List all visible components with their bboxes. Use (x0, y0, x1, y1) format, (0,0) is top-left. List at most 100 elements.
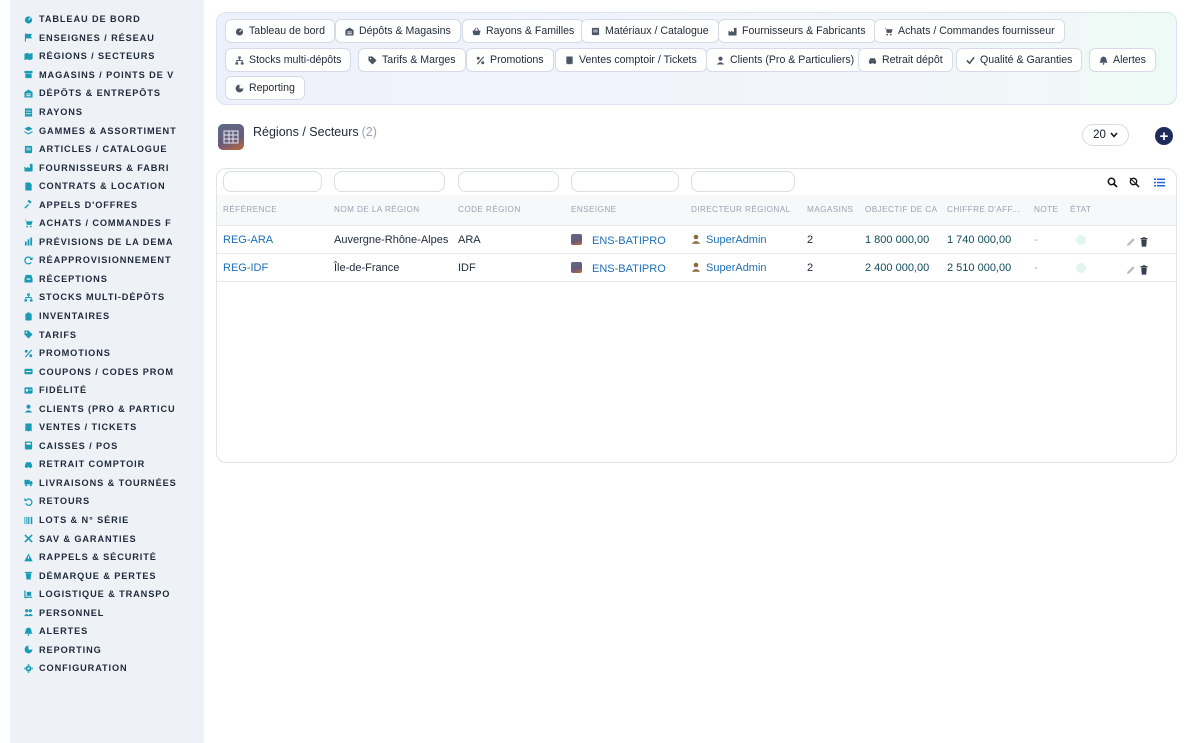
clear-search-icon[interactable] (1129, 175, 1140, 188)
sidebar-item[interactable]: ENSEIGNES / RÉSEAU (10, 29, 204, 48)
edit-icon[interactable] (1126, 234, 1136, 246)
sidebar-item[interactable]: DÉMARQUE & PERTES (10, 566, 204, 585)
list-view-icon[interactable] (1154, 175, 1165, 187)
column-header[interactable]: CHIFFRE D'AFF... (947, 205, 1020, 214)
tab[interactable]: Promotions (466, 48, 554, 72)
enseigne-link[interactable]: ENS-BATIPRO (592, 235, 666, 247)
sidebar-item[interactable]: CAISSES / POS (10, 437, 204, 456)
cell-enseigne[interactable]: ENS-BATIPRO (571, 234, 666, 247)
tab[interactable]: Rayons & Familles (462, 19, 585, 43)
tab[interactable]: Clients (Pro & Particuliers) (706, 48, 865, 72)
user-icon (691, 262, 701, 272)
sidebar-item[interactable]: CONFIGURATION (10, 659, 204, 678)
filter-input-code[interactable] (458, 171, 559, 192)
column-header[interactable]: ENSEIGNE (571, 205, 617, 214)
user-icon (691, 234, 701, 244)
cell-enseigne[interactable]: ENS-BATIPRO (571, 262, 666, 275)
delete-icon[interactable] (1139, 262, 1149, 275)
tools-icon (24, 534, 33, 543)
sidebar-item[interactable]: STOCKS MULTI-DÉPÔTS (10, 288, 204, 307)
director-link[interactable]: SuperAdmin (706, 234, 767, 246)
sidebar-item[interactable]: ALERTES (10, 622, 204, 641)
receipt-icon (565, 55, 574, 65)
table-row[interactable]: REG-ARA Auvergne-Rhône-Alpes ARA ENS-BATIPR… (217, 226, 1176, 254)
tab[interactable]: Ventes comptoir / Tickets (555, 48, 707, 72)
search-icon[interactable] (1107, 175, 1118, 188)
sidebar-item[interactable]: LOTS & N° SÉRIE (10, 511, 204, 530)
trash-icon (24, 571, 33, 580)
director-link[interactable]: SuperAdmin (706, 262, 767, 274)
truck-icon (24, 478, 33, 487)
sidebar-item[interactable]: APPELS D'OFFRES (10, 195, 204, 214)
filter-input-name[interactable] (334, 171, 445, 192)
sidebar-item[interactable]: TABLEAU DE BORD (10, 10, 204, 29)
column-header[interactable]: OBJECTIF DE CA (865, 205, 937, 214)
tab[interactable]: Matériaux / Catalogue (581, 19, 719, 43)
tab[interactable]: Qualité & Garanties (956, 48, 1083, 72)
column-header[interactable]: DIRECTEUR RÉGIONAL (691, 205, 791, 214)
sidebar-item[interactable]: DÉPÔTS & ENTREPÔTS (10, 84, 204, 103)
sidebar-item[interactable]: INVENTAIRES (10, 307, 204, 326)
gauge-icon (235, 27, 244, 36)
tab[interactable]: Fournisseurs & Fabricants (718, 19, 876, 43)
sidebar-item[interactable]: RÉCEPTIONS (10, 270, 204, 289)
sidebar-item[interactable]: REPORTING (10, 641, 204, 660)
sidebar-item[interactable]: LIVRAISONS & TOURNÉES (10, 474, 204, 493)
enseigne-link[interactable]: ENS-BATIPRO (592, 263, 666, 275)
sidebar-item[interactable]: RETRAIT COMPTOIR (10, 455, 204, 474)
pie-icon (24, 645, 33, 654)
users-icon (24, 608, 33, 617)
sidebar-item[interactable]: GAMMES & ASSORTIMENT (10, 121, 204, 140)
sidebar-item[interactable]: TARIFS (10, 325, 204, 344)
cell-reference[interactable]: REG-IDF (223, 262, 268, 274)
sidebar-item[interactable]: PRÉVISIONS DE LA DEMA (10, 233, 204, 252)
delete-icon[interactable] (1139, 234, 1149, 247)
column-header[interactable]: NOTE (1034, 205, 1058, 214)
sidebar-item[interactable]: ARTICLES / CATALOGUE (10, 140, 204, 159)
column-header[interactable]: NOM DE LA RÉGION (334, 205, 420, 214)
edit-icon[interactable] (1126, 262, 1136, 274)
column-header[interactable]: RÉFÉRENCE (223, 205, 277, 214)
sidebar-item[interactable]: RÉGIONS / SECTEURS (10, 47, 204, 66)
tab[interactable]: Dépôts & Magasins (335, 19, 461, 43)
table-row[interactable]: REG-IDF Île-de-France IDF ENS-BATIPRO SuperA… (217, 254, 1176, 282)
tab[interactable]: Reporting (225, 76, 305, 100)
tab[interactable]: Achats / Commandes fournisseur (874, 19, 1065, 43)
sidebar-item-label: CLIENTS (PRO & PARTICU (39, 403, 176, 414)
sidebar-item[interactable]: SAV & GARANTIES (10, 529, 204, 548)
sidebar-item[interactable]: ACHATS / COMMANDES F (10, 214, 204, 233)
sidebar-item[interactable]: RETOURS (10, 492, 204, 511)
sidebar-item[interactable]: FIDÉLITÉ (10, 381, 204, 400)
sidebar-item[interactable]: CLIENTS (PRO & PARTICU (10, 399, 204, 418)
tab[interactable]: Stocks multi-dépôts (225, 48, 352, 72)
per-page-select[interactable]: 20 (1082, 124, 1129, 146)
tab-label: Achats / Commandes fournisseur (898, 25, 1055, 37)
sidebar-item[interactable]: RÉAPPROVISIONNEMENT (10, 251, 204, 270)
sidebar-item[interactable]: RAPPELS & SÉCURITÉ (10, 548, 204, 567)
sidebar-item[interactable]: FOURNISSEURS & FABRI (10, 158, 204, 177)
filter-input-reference[interactable] (223, 171, 322, 192)
tab[interactable]: Tarifs & Marges (358, 48, 466, 72)
sidebar-item[interactable]: RAYONS (10, 103, 204, 122)
sidebar-item[interactable]: PERSONNEL (10, 604, 204, 623)
tab[interactable]: Tableau de bord (225, 19, 335, 43)
inbox-icon (24, 274, 33, 283)
sidebar-item[interactable]: VENTES / TICKETS (10, 418, 204, 437)
column-header[interactable]: CODE RÉGION (458, 205, 521, 214)
tab-label: Alertes (1113, 54, 1146, 66)
add-button[interactable]: + (1155, 127, 1173, 145)
filter-input-enseigne[interactable] (571, 171, 679, 192)
sidebar-item[interactable]: MAGASINS / POINTS DE V (10, 66, 204, 85)
sidebar-item[interactable]: LOGISTIQUE & TRANSPO (10, 585, 204, 604)
tab[interactable]: Alertes (1089, 48, 1156, 72)
cell-director[interactable]: SuperAdmin (691, 234, 767, 246)
tab[interactable]: Retrait dépôt (858, 48, 953, 72)
column-header[interactable]: MAGASINS (807, 205, 853, 214)
cell-director[interactable]: SuperAdmin (691, 262, 767, 274)
cell-reference[interactable]: REG-ARA (223, 234, 273, 246)
column-header[interactable]: ÉTAT (1070, 205, 1091, 214)
sidebar-item[interactable]: COUPONS / CODES PROM (10, 362, 204, 381)
sidebar-item[interactable]: CONTRATS & LOCATION (10, 177, 204, 196)
sidebar-item[interactable]: PROMOTIONS (10, 344, 204, 363)
filter-input-director[interactable] (691, 171, 795, 192)
